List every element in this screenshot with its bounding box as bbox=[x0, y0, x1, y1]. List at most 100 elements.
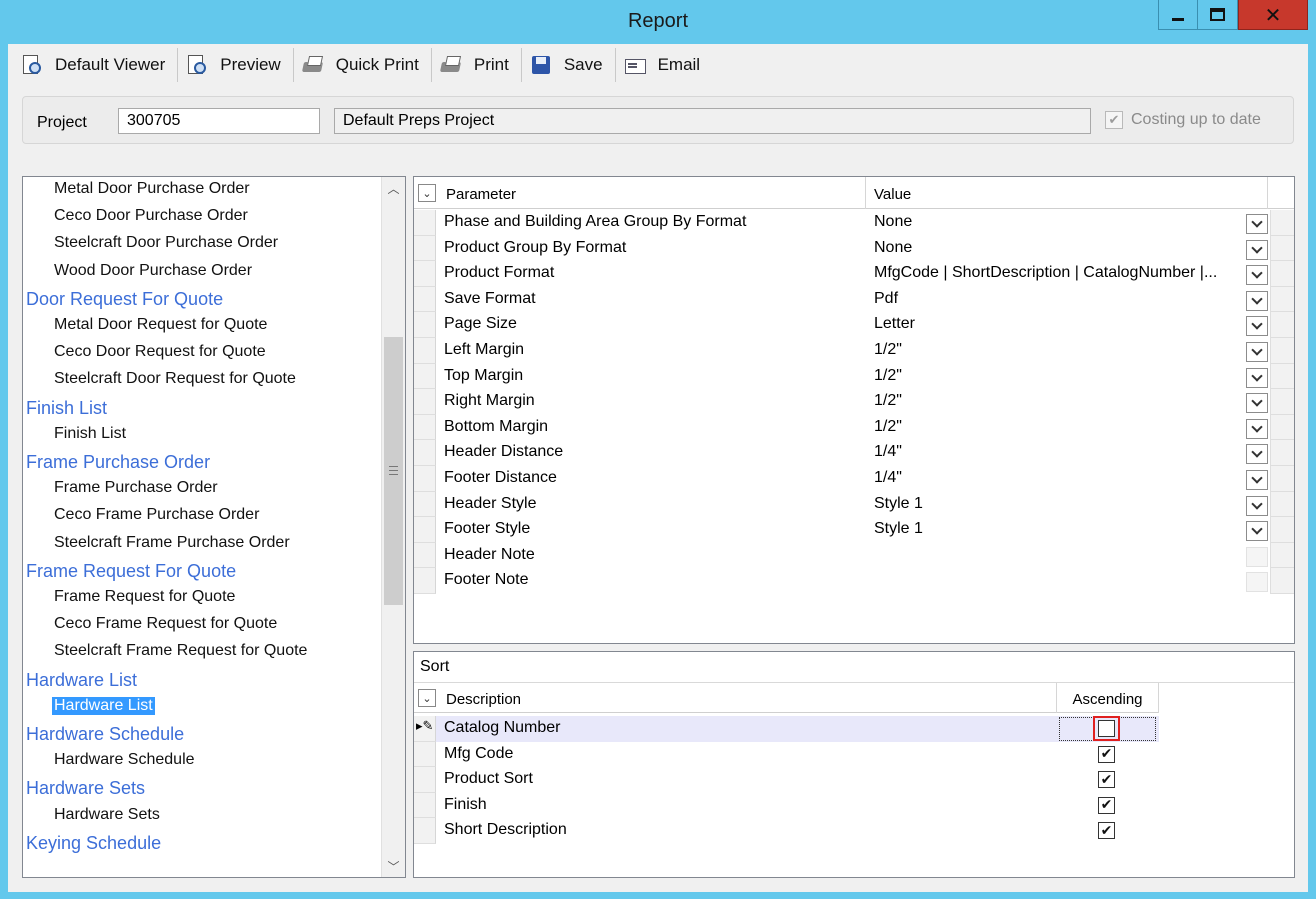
row-selector[interactable] bbox=[414, 235, 436, 262]
row-selector[interactable] bbox=[414, 568, 436, 594]
tree-group-item[interactable]: Finish List bbox=[26, 398, 107, 419]
row-selector[interactable] bbox=[414, 312, 436, 338]
tree-group-item[interactable]: Hardware Sets bbox=[26, 778, 145, 799]
print-button[interactable]: Print bbox=[431, 48, 522, 82]
tree-report-item[interactable]: Metal Door Purchase Order bbox=[54, 180, 250, 198]
parameter-row[interactable]: Product Group By Format None bbox=[414, 235, 1294, 262]
ascending-column-header[interactable]: Ascending bbox=[1057, 683, 1159, 713]
row-selector[interactable] bbox=[414, 286, 436, 313]
value-dropdown-button[interactable] bbox=[1246, 572, 1268, 593]
parameter-row[interactable]: Bottom Margin 1/2" bbox=[414, 414, 1294, 441]
row-selector[interactable] bbox=[414, 818, 436, 844]
parameter-value[interactable]: Letter bbox=[874, 312, 1242, 338]
value-dropdown-button[interactable] bbox=[1246, 521, 1268, 542]
value-dropdown-button[interactable] bbox=[1246, 418, 1268, 439]
minimize-button[interactable] bbox=[1158, 0, 1198, 30]
description-column-header[interactable]: ⌄ Description bbox=[414, 683, 1057, 713]
row-selector[interactable] bbox=[414, 491, 436, 518]
parameter-value[interactable]: 1/2" bbox=[874, 415, 1242, 441]
value-dropdown-button[interactable] bbox=[1246, 239, 1268, 260]
value-dropdown-button[interactable] bbox=[1246, 290, 1268, 311]
tree-report-item[interactable]: Metal Door Request for Quote bbox=[54, 316, 267, 334]
parameter-value[interactable]: 1/2" bbox=[874, 364, 1242, 390]
value-dropdown-button[interactable] bbox=[1246, 393, 1268, 414]
sort-row[interactable]: Product Sort ✔ bbox=[414, 767, 1159, 793]
tree-group-item[interactable]: Hardware List bbox=[26, 670, 137, 691]
tree-group-item[interactable]: Keying Schedule bbox=[26, 833, 161, 854]
tree-scrollbar[interactable]: ︿ ﹀ bbox=[381, 177, 405, 877]
tree-report-item[interactable]: Steelcraft Door Purchase Order bbox=[54, 234, 278, 252]
value-dropdown-button[interactable] bbox=[1246, 444, 1268, 465]
row-selector[interactable] bbox=[414, 389, 436, 415]
row-selector[interactable] bbox=[414, 261, 436, 287]
parameter-row[interactable]: Right Margin 1/2" bbox=[414, 389, 1294, 415]
row-selector[interactable] bbox=[414, 210, 436, 236]
row-selector[interactable] bbox=[414, 517, 436, 543]
tree-group-item[interactable]: Hardware Schedule bbox=[26, 724, 184, 745]
row-selector[interactable] bbox=[414, 363, 436, 390]
tree-report-item[interactable]: Ceco Door Request for Quote bbox=[54, 343, 266, 361]
email-button[interactable]: Email bbox=[615, 48, 713, 82]
tree-report-item[interactable]: Wood Door Purchase Order bbox=[54, 262, 252, 280]
tree-report-item[interactable]: Ceco Frame Request for Quote bbox=[54, 615, 277, 633]
parameter-row[interactable]: Header Distance 1/4" bbox=[414, 440, 1294, 466]
value-dropdown-button[interactable] bbox=[1246, 495, 1268, 516]
sort-row[interactable]: ▸✎ Catalog Number bbox=[414, 716, 1159, 742]
tree-report-item[interactable]: Frame Purchase Order bbox=[54, 479, 218, 497]
value-dropdown-button[interactable] bbox=[1246, 470, 1268, 490]
scrollbar-thumb[interactable] bbox=[384, 337, 403, 605]
parameter-row[interactable]: Footer Distance 1/4" bbox=[414, 466, 1294, 492]
row-selector[interactable] bbox=[414, 466, 436, 492]
parameter-value[interactable]: 1/4" bbox=[874, 466, 1242, 492]
row-selector[interactable] bbox=[414, 767, 436, 793]
row-selector[interactable] bbox=[414, 542, 436, 569]
column-chooser-icon[interactable]: ⌄ bbox=[418, 184, 436, 202]
value-dropdown-button[interactable] bbox=[1246, 265, 1268, 286]
parameter-value[interactable]: 1/2" bbox=[874, 338, 1242, 364]
parameter-value[interactable]: 1/4" bbox=[874, 440, 1242, 466]
parameter-row[interactable]: Footer Style Style 1 bbox=[414, 517, 1294, 543]
row-selector[interactable]: ▸✎ bbox=[414, 716, 436, 742]
tree-report-item[interactable]: Hardware Sets bbox=[54, 806, 160, 824]
parameter-value[interactable]: Style 1 bbox=[874, 517, 1242, 543]
parameter-value[interactable] bbox=[874, 543, 1242, 569]
tree-report-item[interactable]: Steelcraft Door Request for Quote bbox=[54, 370, 296, 388]
row-selector[interactable] bbox=[414, 440, 436, 466]
quick-print-button[interactable]: Quick Print bbox=[293, 48, 432, 82]
parameter-value[interactable]: Pdf bbox=[874, 287, 1242, 313]
value-dropdown-button[interactable] bbox=[1246, 367, 1268, 388]
tree-group-item[interactable]: Door Request For Quote bbox=[26, 289, 223, 310]
value-dropdown-button[interactable] bbox=[1246, 316, 1268, 337]
parameter-row[interactable]: Left Margin 1/2" bbox=[414, 338, 1294, 364]
tree-report-item[interactable]: Steelcraft Frame Purchase Order bbox=[54, 534, 290, 552]
parameter-row[interactable]: Top Margin 1/2" bbox=[414, 363, 1294, 390]
tree-group-item[interactable]: Frame Purchase Order bbox=[26, 452, 210, 473]
parameter-row[interactable]: Save Format Pdf bbox=[414, 286, 1294, 313]
tree-group-item[interactable]: Frame Request For Quote bbox=[26, 561, 236, 582]
column-chooser-icon[interactable]: ⌄ bbox=[418, 689, 436, 707]
value-column-header[interactable]: Value bbox=[866, 177, 1268, 209]
parameter-row[interactable]: Page Size Letter bbox=[414, 312, 1294, 338]
sort-row[interactable]: Short Description ✔ bbox=[414, 818, 1159, 844]
parameter-value[interactable] bbox=[874, 568, 1242, 594]
value-dropdown-button[interactable] bbox=[1246, 214, 1268, 234]
tree-report-item[interactable]: Finish List bbox=[54, 425, 126, 443]
parameter-row[interactable]: Footer Note bbox=[414, 568, 1294, 594]
parameter-value[interactable]: 1/2" bbox=[874, 389, 1242, 415]
scroll-up-icon[interactable]: ︿ bbox=[382, 177, 405, 199]
default-viewer-button[interactable]: Default Viewer bbox=[13, 48, 179, 82]
parameter-value[interactable]: MfgCode | ShortDescription | CatalogNumb… bbox=[874, 261, 1242, 287]
project-number-field[interactable]: 300705 bbox=[118, 108, 411, 134]
ascending-checkbox[interactable]: ✔ bbox=[1098, 745, 1115, 763]
preview-button[interactable]: Preview bbox=[178, 48, 294, 82]
value-dropdown-button[interactable] bbox=[1246, 546, 1268, 567]
parameter-column-header[interactable]: ⌄ Parameter bbox=[414, 177, 866, 209]
row-selector[interactable] bbox=[414, 414, 436, 441]
row-selector[interactable] bbox=[414, 338, 436, 364]
parameter-row[interactable]: Product Format MfgCode | ShortDescription… bbox=[414, 261, 1294, 287]
scroll-down-icon[interactable]: ﹀ bbox=[382, 855, 405, 877]
parameter-value[interactable]: Style 1 bbox=[874, 492, 1242, 518]
parameter-value[interactable]: None bbox=[874, 210, 1242, 236]
save-button[interactable]: Save bbox=[521, 48, 616, 82]
parameter-row[interactable]: Phase and Building Area Group By Format N… bbox=[414, 210, 1294, 236]
